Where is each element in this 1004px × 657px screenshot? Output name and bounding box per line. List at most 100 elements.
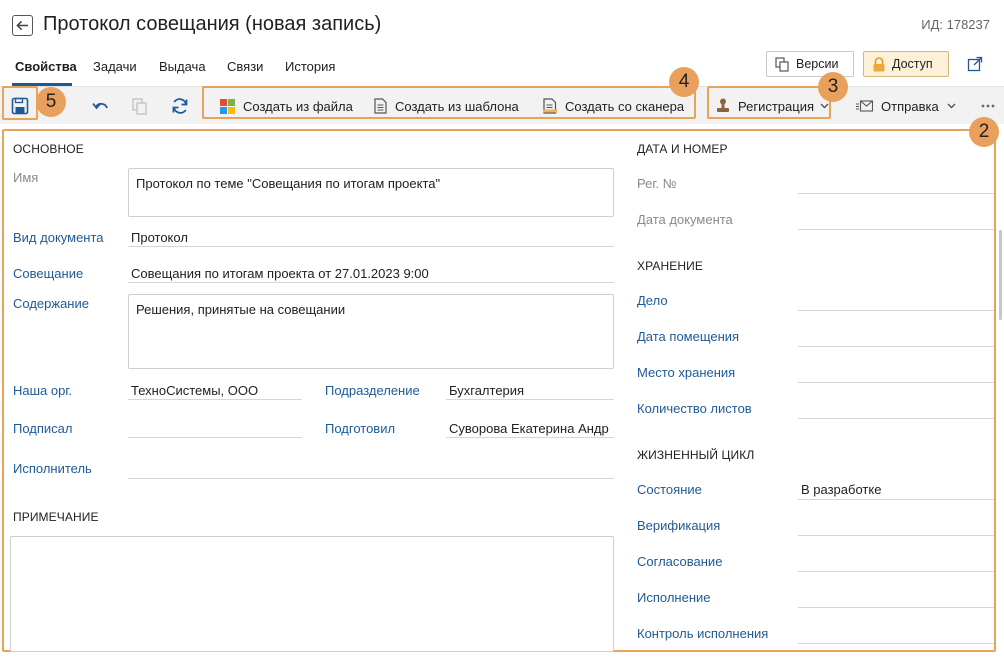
executor-label[interactable]: Исполнитель xyxy=(13,461,92,476)
signed-underline xyxy=(128,437,302,438)
name-label: Имя xyxy=(13,170,39,185)
refresh-button[interactable] xyxy=(170,96,190,116)
meeting-label[interactable]: Совещание xyxy=(13,266,83,281)
prepared-field[interactable]: Суворова Екатерина Андр xyxy=(446,421,614,436)
copy-button[interactable] xyxy=(130,96,150,116)
execution-control-field[interactable] xyxy=(798,643,994,644)
department-label[interactable]: Подразделение xyxy=(325,383,420,398)
create-from-scanner-button[interactable]: Создать со сканера xyxy=(543,95,684,117)
toolbar: Создать из файла Создать из шаблона Созд… xyxy=(0,86,1004,124)
lock-icon xyxy=(872,56,886,72)
send-icon xyxy=(856,100,873,112)
placement-date-field[interactable] xyxy=(798,346,994,347)
access-label: Доступ xyxy=(892,57,933,71)
copy-icon xyxy=(132,97,147,115)
create-from-template-label: Создать из шаблона xyxy=(395,98,519,114)
our-org-field[interactable]: ТехноСистемы, ООО xyxy=(128,383,302,398)
back-button[interactable] xyxy=(12,15,33,36)
sending-button[interactable]: Отправка xyxy=(856,95,956,117)
prepared-underline xyxy=(446,437,614,438)
storage-place-label[interactable]: Место хранения xyxy=(637,365,735,380)
stamp-icon xyxy=(716,98,730,114)
document-icon xyxy=(374,98,387,114)
execution-field[interactable] xyxy=(798,607,994,608)
save-button[interactable] xyxy=(10,96,30,116)
badge-5: 5 xyxy=(36,87,66,117)
department-field[interactable]: Бухгалтерия xyxy=(446,383,614,398)
versions-label: Версии xyxy=(796,57,839,71)
create-from-file-button[interactable]: Создать из файла xyxy=(220,95,353,117)
sheets-field[interactable] xyxy=(798,418,994,419)
storage-place-field[interactable] xyxy=(798,382,994,383)
case-label[interactable]: Дело xyxy=(637,293,668,308)
our-org-underline xyxy=(128,399,302,400)
note-field[interactable] xyxy=(10,536,614,652)
scrollbar-thumb[interactable] xyxy=(999,230,1002,320)
execution-label[interactable]: Исполнение xyxy=(637,590,711,605)
doc-type-label[interactable]: Вид документа xyxy=(13,230,104,245)
create-from-file-label: Создать из файла xyxy=(243,98,353,114)
more-icon xyxy=(981,104,995,108)
registration-button[interactable]: Регистрация xyxy=(716,95,829,117)
section-lifecycle-title: ЖИЗНЕННЫЙ ЦИКЛ xyxy=(637,448,755,462)
doc-type-underline xyxy=(128,246,614,247)
section-main-title: ОСНОВНОЕ xyxy=(13,142,84,156)
registration-label: Регистрация xyxy=(738,98,814,114)
our-org-label[interactable]: Наша орг. xyxy=(13,383,72,398)
save-icon xyxy=(11,97,29,115)
scanner-icon xyxy=(543,98,557,114)
badge-2: 2 xyxy=(969,117,999,147)
department-underline xyxy=(446,399,614,400)
state-field[interactable]: В разработке xyxy=(798,482,994,497)
content-field[interactable]: Решения, принятые на совещании xyxy=(128,294,614,369)
sheets-label[interactable]: Количество листов xyxy=(637,401,752,416)
doc-type-field[interactable]: Протокол xyxy=(128,230,614,245)
verification-label[interactable]: Верификация xyxy=(637,518,720,533)
tab-links[interactable]: Связи xyxy=(227,59,263,74)
open-external-button[interactable] xyxy=(964,53,986,75)
section-storage-title: ХРАНЕНИЕ xyxy=(637,259,703,273)
create-from-template-button[interactable]: Создать из шаблона xyxy=(374,95,519,117)
tab-tasks[interactable]: Задачи xyxy=(93,59,137,74)
more-button[interactable] xyxy=(978,96,998,116)
sending-label: Отправка xyxy=(881,98,939,114)
tab-history[interactable]: История xyxy=(285,59,335,74)
reg-no-label: Рег. № xyxy=(637,176,677,191)
versions-icon xyxy=(775,56,790,72)
create-from-scanner-label: Создать со сканера xyxy=(565,98,685,114)
versions-button[interactable]: Версии xyxy=(766,51,854,77)
state-underline xyxy=(798,499,994,500)
undo-button[interactable] xyxy=(90,96,110,116)
name-field[interactable]: Протокол по теме "Совещания по итогам пр… xyxy=(128,168,614,217)
doc-date-field[interactable] xyxy=(798,229,994,230)
access-button[interactable]: Доступ xyxy=(863,51,949,77)
prepared-label[interactable]: Подготовил xyxy=(325,421,395,436)
page-title: Протокол совещания (новая запись) xyxy=(43,13,382,35)
arrow-left-icon xyxy=(16,20,29,31)
open-external-icon xyxy=(967,56,983,72)
tab-properties[interactable]: Свойства xyxy=(15,59,77,74)
reg-no-field[interactable] xyxy=(798,193,994,194)
tab-bar: Свойства Задачи Выдача Связи История xyxy=(0,50,760,86)
title-bar: Протокол совещания (новая запись) ИД: 17… xyxy=(0,0,1004,50)
meeting-field[interactable]: Совещания по итогам проекта от 27.01.202… xyxy=(128,266,614,281)
approval-label[interactable]: Согласование xyxy=(637,554,722,569)
signed-label[interactable]: Подписал xyxy=(13,421,73,436)
case-field[interactable] xyxy=(798,310,994,311)
meeting-underline xyxy=(128,282,614,283)
state-label[interactable]: Состояние xyxy=(637,482,702,497)
document-id: ИД: 178237 xyxy=(921,17,990,32)
tab-issuance[interactable]: Выдача xyxy=(159,59,206,74)
content-label[interactable]: Содержание xyxy=(13,296,89,311)
office-icon xyxy=(220,98,235,114)
executor-underline xyxy=(128,478,614,479)
refresh-icon xyxy=(172,98,188,114)
approval-field[interactable] xyxy=(798,571,994,572)
section-note-title: ПРИМЕЧАНИЕ xyxy=(13,510,99,524)
section-date-title: ДАТА И НОМЕР xyxy=(637,142,728,156)
execution-control-label[interactable]: Контроль исполнения xyxy=(637,626,768,641)
placement-date-label[interactable]: Дата помещения xyxy=(637,329,739,344)
badge-3: 3 xyxy=(818,72,848,102)
chevron-down-icon xyxy=(947,103,956,109)
verification-field[interactable] xyxy=(798,535,994,536)
